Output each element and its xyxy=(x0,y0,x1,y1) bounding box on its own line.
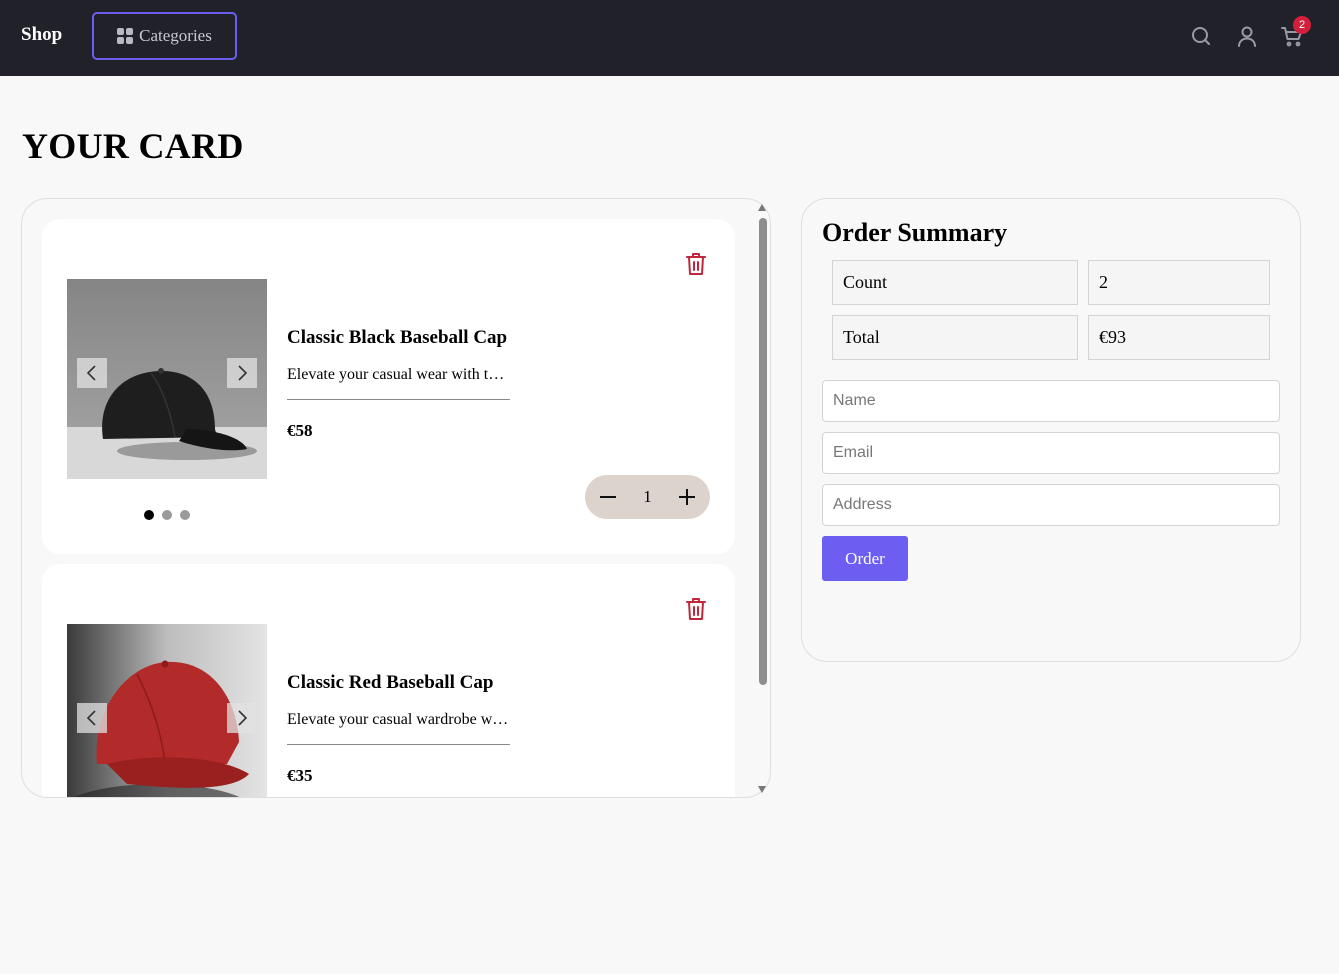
count-label: Count xyxy=(832,260,1078,305)
item-price: €58 xyxy=(287,421,313,440)
email-field[interactable] xyxy=(822,432,1280,474)
red-baseball-cap-photo xyxy=(67,624,267,797)
carousel-dot[interactable] xyxy=(144,510,154,520)
item-name[interactable]: Classic Black Baseball Cap xyxy=(287,327,509,349)
scrollbar-thumb[interactable] xyxy=(759,218,767,685)
order-summary-title: Order Summary xyxy=(822,218,1008,247)
search-icon[interactable] xyxy=(1189,24,1215,50)
cart-count-badge: 2 xyxy=(1293,16,1311,34)
cart-item: Classic Red Baseball Cap Elevate your ca… xyxy=(42,564,735,797)
cart-items-panel[interactable]: Classic Black Baseball Cap Elevate your … xyxy=(21,198,771,798)
carousel-dot[interactable] xyxy=(180,510,190,520)
name-field[interactable] xyxy=(822,380,1280,422)
item-description: Elevate your casual wear with this class… xyxy=(287,366,509,383)
address-field[interactable] xyxy=(822,484,1280,526)
total-value: €93 xyxy=(1088,315,1270,360)
carousel-next-button[interactable] xyxy=(227,358,257,388)
top-navbar: Shop Categories 2 xyxy=(0,0,1339,76)
order-summary-panel: Order Summary Count 2 Total €93 Order xyxy=(801,198,1301,662)
brand-logo[interactable]: Shop xyxy=(21,24,62,46)
carousel-next-button[interactable] xyxy=(227,703,257,733)
carousel-prev-button[interactable] xyxy=(77,703,107,733)
trash-icon[interactable] xyxy=(684,596,708,622)
item-divider xyxy=(287,744,510,745)
categories-label: Categories xyxy=(139,26,212,45)
scroll-down-arrow[interactable] xyxy=(758,786,766,793)
quantity-value: 1 xyxy=(643,487,652,506)
categories-button[interactable]: Categories xyxy=(92,12,237,60)
trash-icon[interactable] xyxy=(684,251,708,277)
item-price: €35 xyxy=(287,766,313,785)
plus-icon[interactable] xyxy=(676,486,698,508)
count-value: 2 xyxy=(1088,260,1270,305)
carousel-prev-button[interactable] xyxy=(77,358,107,388)
black-baseball-cap-photo xyxy=(67,279,267,479)
grid-icon xyxy=(117,28,134,44)
carousel-dots xyxy=(144,510,190,520)
item-name[interactable]: Classic Red Baseball Cap xyxy=(287,672,509,694)
page-title: YOUR CARD xyxy=(22,126,244,166)
total-label: Total xyxy=(832,315,1078,360)
minus-icon[interactable] xyxy=(597,486,619,508)
item-divider xyxy=(287,399,510,400)
user-icon[interactable] xyxy=(1235,24,1261,50)
quantity-stepper: 1 xyxy=(585,475,710,519)
order-button[interactable]: Order xyxy=(822,536,908,581)
cart-item: Classic Black Baseball Cap Elevate your … xyxy=(42,219,735,554)
item-description: Elevate your casual wardrobe with this c… xyxy=(287,711,509,728)
scroll-up-arrow[interactable] xyxy=(758,204,766,211)
carousel-dot[interactable] xyxy=(162,510,172,520)
